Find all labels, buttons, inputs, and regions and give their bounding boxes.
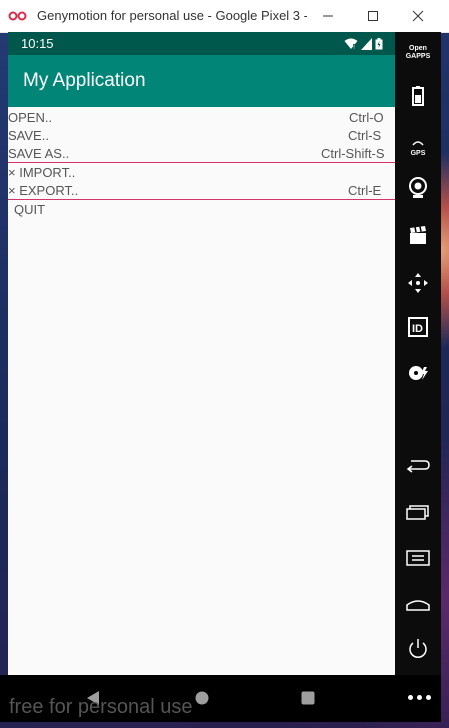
app-title: My Application [23,70,146,91]
status-bar: 10:15 ! [8,32,395,55]
back-arrow-icon [406,457,430,478]
disk-io-button[interactable] [395,360,441,390]
open-gapps-icon: Open GAPPS [405,45,431,60]
disk-io-icon [407,363,429,388]
battery-icon [375,37,383,55]
menu-item-label: QUIT [14,202,46,217]
gps-label: GPS [410,149,426,157]
menu-item-label: OPEN.. [8,110,53,125]
genymotion-window: Genymotion for personal use - Google Pix… [0,0,449,728]
webcam-icon [408,176,428,204]
menu-item-shortcut: Ctrl-E [348,183,382,198]
maximize-button[interactable] [350,0,396,32]
menu-button[interactable] [395,545,441,575]
menu-item-label: × IMPORT.. [8,165,76,180]
menu-list: OPEN.. Ctrl-O SAVE.. Ctrl-S SAVE AS.. Ct… [8,108,395,218]
menu-item-quit[interactable]: QUIT [8,200,395,218]
window-title: Genymotion for personal use - Google Pix… [37,8,307,23]
menu-icon [406,549,430,571]
signal-icon [361,37,372,55]
wifi-icon: ! [344,37,358,55]
more-dots-icon [407,694,413,700]
back-button[interactable] [395,452,441,482]
status-icons: ! [344,37,383,55]
watermark-text: free for personal use [9,696,193,718]
window-titlebar: Genymotion for personal use - Google Pix… [0,0,449,33]
svg-text:ID: ID [412,323,423,335]
menu-item-label: SAVE.. [8,128,49,143]
menu-item-shortcut: Ctrl-S [348,128,382,143]
home-button[interactable] [395,591,441,621]
menu-item-label: × EXPORT.. [8,183,79,198]
gps-icon: GPS [410,139,426,158]
dpad-icon [407,272,429,299]
status-time: 10:15 [21,36,54,51]
nav-recents-button[interactable] [293,685,323,715]
battery-icon [412,85,424,111]
menu-item-shortcut: Ctrl-Shift-S [321,146,385,161]
dpad-button[interactable] [395,270,441,300]
genymotion-toolbar: Open GAPPS GPS ID [395,32,441,675]
close-button[interactable] [395,0,441,32]
recents-square-icon [301,691,315,710]
menu-item-label: SAVE AS.. [8,146,70,161]
menu-item-open[interactable]: OPEN.. Ctrl-O [8,108,395,126]
menu-item-save[interactable]: SAVE.. Ctrl-S [8,126,395,144]
gps-button[interactable]: GPS [395,133,441,163]
open-gapps-button[interactable]: Open GAPPS [395,38,441,68]
device-id-button[interactable]: ID [395,314,441,344]
menu-item-shortcut: Ctrl-O [349,110,384,125]
menu-item-save-as[interactable]: SAVE AS.. Ctrl-Shift-S [8,144,395,162]
power-icon [407,638,429,665]
menu-item-import[interactable]: × IMPORT.. [8,163,395,181]
clapperboard-icon [408,225,428,250]
home-circle-icon [195,691,209,710]
genymotion-logo-icon [8,9,30,23]
recent-apps-button[interactable] [395,499,441,529]
minimize-button[interactable] [305,0,351,32]
home-icon [406,596,430,617]
more-options-button[interactable] [404,692,434,702]
webcam-button[interactable] [395,175,441,205]
device-screen: 10:15 ! My Application OPEN.. Ctrl-O SAV… [8,32,395,675]
power-button[interactable] [395,636,441,666]
app-bar: My Application [8,55,395,107]
menu-item-export[interactable]: × EXPORT.. Ctrl-E [8,181,395,199]
id-icon: ID [408,316,428,342]
recent-apps-icon [406,504,430,525]
capture-button[interactable] [395,222,441,252]
battery-button[interactable] [395,83,441,113]
